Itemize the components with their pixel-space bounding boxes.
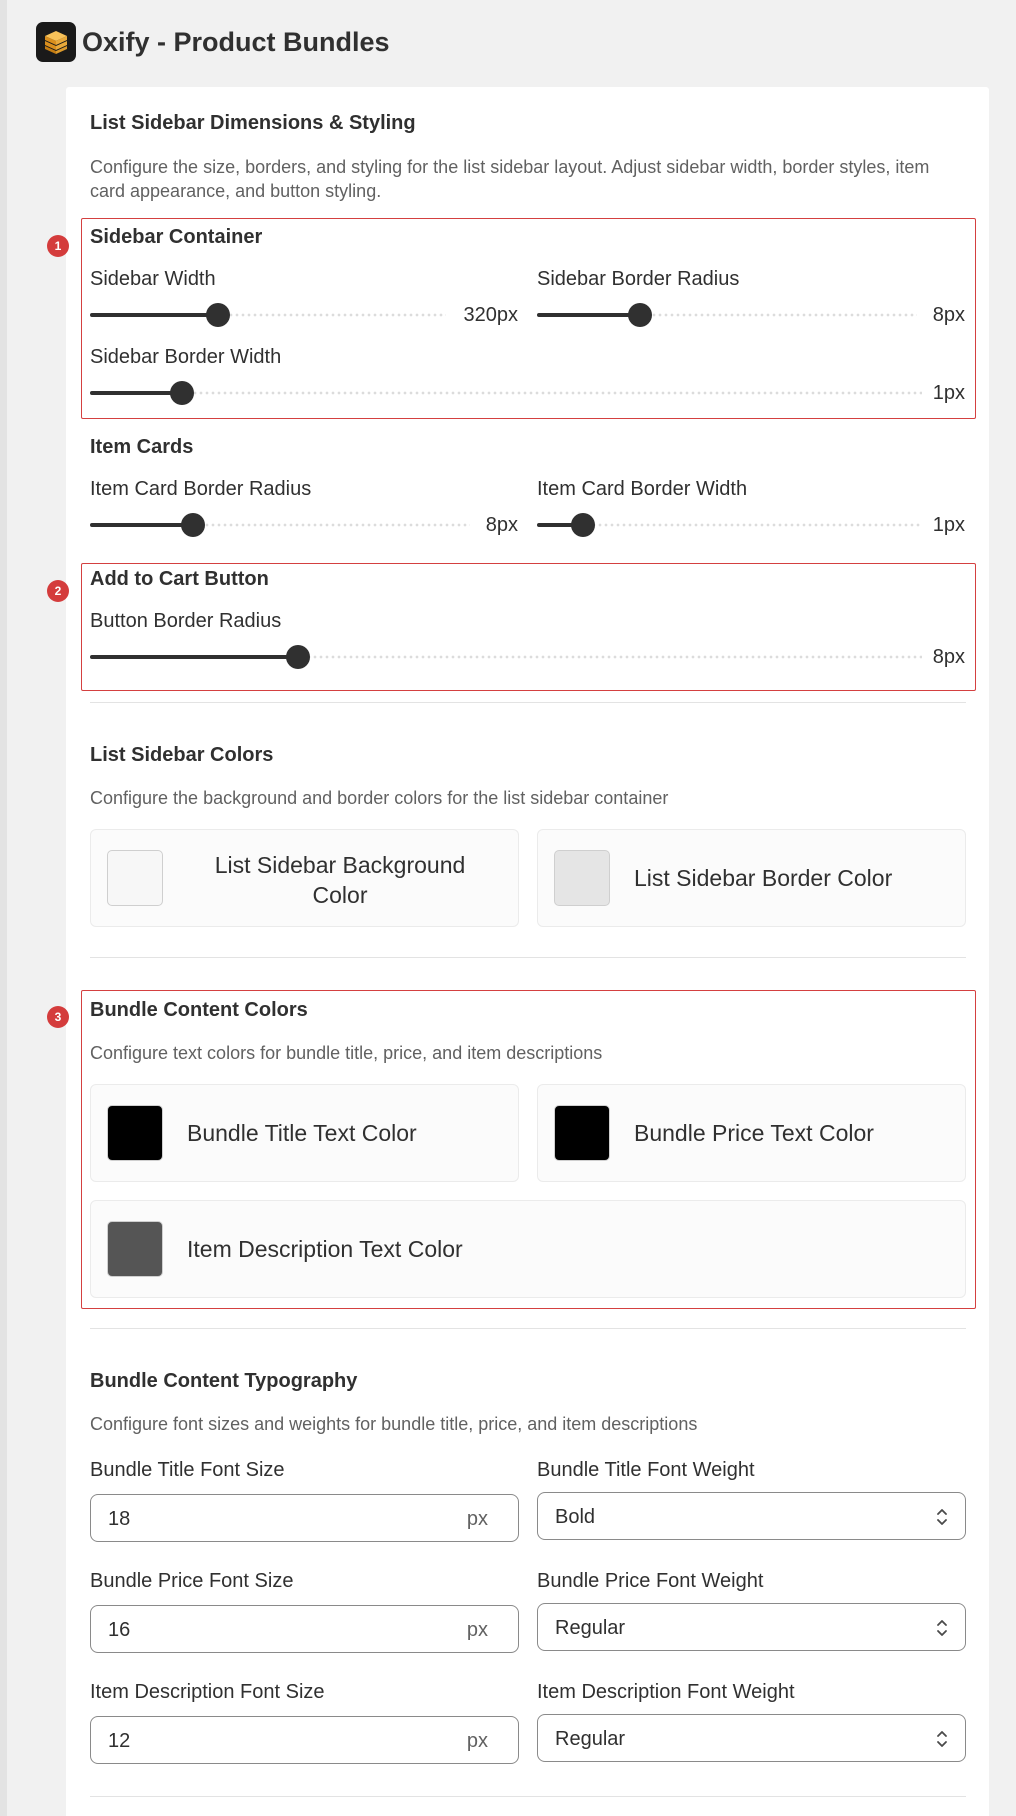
dimensions-section-title: List Sidebar Dimensions & Styling [90,112,416,134]
title-font-size-input[interactable]: 18 px [90,1494,519,1542]
sidebar-background-swatch[interactable] [107,850,163,906]
sidebar-colors-title: List Sidebar Colors [90,744,274,766]
slider-thumb[interactable] [627,303,652,327]
price-font-weight-label: Bundle Price Font Weight [537,1570,764,1592]
bundle-price-swatch[interactable] [554,1105,610,1161]
sidebar-border-width-slider[interactable] [90,381,922,405]
description-font-size-value: 12 [108,1730,131,1752]
button-border-radius-slider[interactable] [90,645,922,669]
title-font-weight-label: Bundle Title Font Weight [537,1459,755,1481]
sidebar-border-radius-label: Sidebar Border Radius [537,268,740,290]
description-font-size-input[interactable]: 12 px [90,1716,519,1764]
sidebar-border-width-label: Sidebar Border Width [90,346,282,368]
item-card-border-width-value: 1px [932,514,965,536]
annotation-badge-2: 2 [47,580,69,602]
description-font-weight-value: Regular [555,1728,626,1750]
sidebar-border-width-value: 1px [932,382,965,404]
sidebar-border-swatch[interactable] [554,850,610,906]
button-border-radius-label: Button Border Radius [90,610,282,632]
slider-thumb[interactable] [180,513,205,537]
item-cards-title: Item Cards [90,436,194,458]
sidebar-width-label: Sidebar Width [90,268,216,290]
annotation-badge-3: 3 [47,1006,69,1028]
price-font-size-value: 16 [108,1619,131,1641]
item-card-border-width-slider[interactable] [537,513,922,537]
stacked-boxes-icon [36,22,76,62]
price-font-size-suffix: px [466,1619,488,1641]
sidebar-background-color-card[interactable]: List Sidebar Background Color [90,829,519,927]
content-colors-description: Configure text colors for bundle title, … [90,1043,603,1063]
item-card-border-radius-label: Item Card Border Radius [90,478,312,500]
title-font-weight-value: Bold [555,1506,596,1528]
description-font-size-suffix: px [466,1730,488,1752]
bundle-title-color-label: Bundle Title Text Color [187,1120,417,1146]
description-font-weight-select[interactable]: Regular [537,1714,966,1762]
sidebar-colors-description: Configure the background and border colo… [90,788,669,808]
typography-description: Configure font sizes and weights for bun… [90,1414,698,1434]
sidebar-width-slider[interactable] [90,303,446,327]
select-chevron-icon [937,1620,947,1636]
dimensions-section-description: Configure the size, borders, and styling… [90,157,930,201]
sidebar-container-title: Sidebar Container [90,226,263,248]
section-divider [90,1328,966,1329]
app-title: Oxify - Product Bundles [82,26,390,57]
title-font-size-suffix: px [466,1508,488,1530]
typography-title: Bundle Content Typography [90,1370,358,1392]
description-font-size-label: Item Description Font Size [90,1681,325,1703]
section-divider [90,702,966,703]
sidebar-border-radius-value: 8px [932,304,965,326]
item-card-border-radius-value: 8px [485,514,518,536]
price-font-weight-value: Regular [555,1617,626,1639]
description-font-weight-label: Item Description Font Weight [537,1681,795,1703]
price-font-size-input[interactable]: 16 px [90,1605,519,1653]
item-card-border-width-label: Item Card Border Width [537,478,748,500]
add-to-cart-title: Add to Cart Button [90,568,269,590]
slider-thumb[interactable] [286,645,310,669]
item-description-color-label: Item Description Text Color [187,1236,463,1262]
button-border-radius-value: 8px [932,646,965,668]
slider-thumb[interactable] [169,381,194,405]
item-card-border-radius-slider[interactable] [90,513,470,537]
bundle-title-swatch[interactable] [107,1105,163,1161]
slider-thumb[interactable] [571,513,596,537]
select-chevron-icon [937,1731,947,1747]
item-description-color-card[interactable]: Item Description Text Color [90,1200,966,1298]
section-divider [90,957,966,958]
price-font-weight-select[interactable]: Regular [537,1603,966,1651]
left-edge [0,0,7,1816]
price-font-size-label: Bundle Price Font Size [90,1570,294,1592]
sidebar-width-value: 320px [463,304,519,326]
title-font-size-value: 18 [108,1508,131,1530]
sidebar-background-label: List Sidebar Background Color [214,852,466,908]
sidebar-border-color-card[interactable]: List Sidebar Border Color [537,829,966,927]
sidebar-border-radius-slider[interactable] [537,303,917,327]
app-header: Oxify - Product Bundles [36,22,390,62]
section-divider [90,1796,966,1797]
slider-thumb[interactable] [206,303,231,327]
title-font-size-label: Bundle Title Font Size [90,1459,285,1481]
select-chevron-icon [937,1509,947,1525]
title-font-weight-select[interactable]: Bold [537,1492,966,1540]
sidebar-border-label: List Sidebar Border Color [634,865,893,891]
bundle-price-color-label: Bundle Price Text Color [634,1120,874,1146]
bundle-price-color-card[interactable]: Bundle Price Text Color [537,1084,966,1182]
item-description-swatch[interactable] [107,1221,163,1277]
content-colors-title: Bundle Content Colors [90,999,308,1021]
bundle-title-color-card[interactable]: Bundle Title Text Color [90,1084,519,1182]
annotation-badge-1: 1 [47,235,69,257]
